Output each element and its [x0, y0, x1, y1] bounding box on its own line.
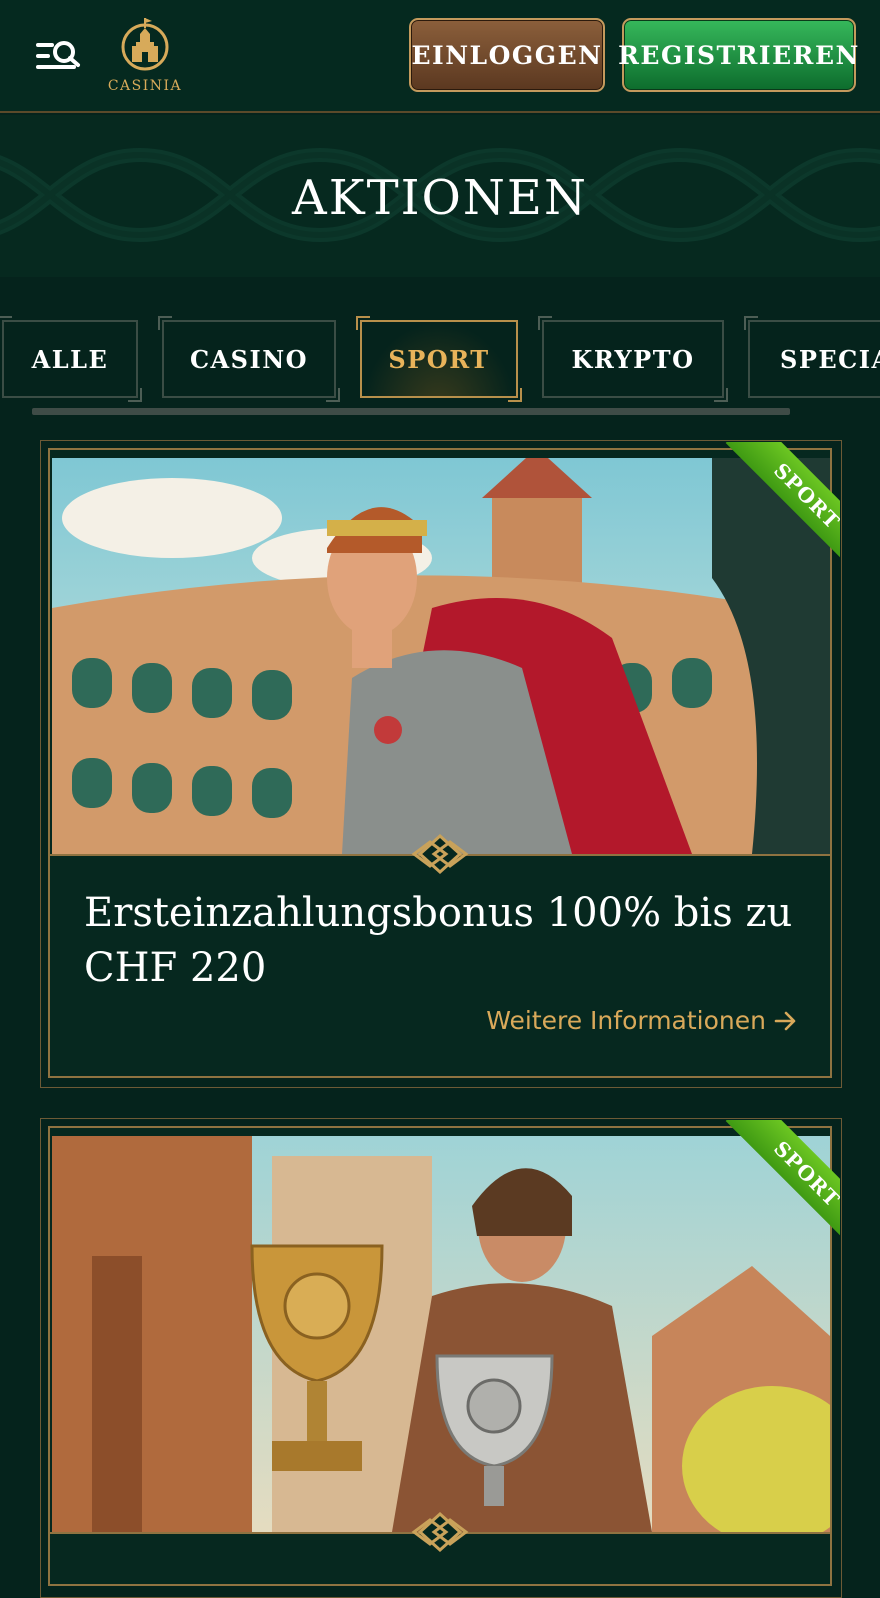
page-hero: AKTIONEN	[0, 115, 880, 277]
castle-logo-icon	[121, 18, 169, 71]
login-button[interactable]: EINLOGGEN	[409, 18, 605, 92]
category-ribbon: SPORT	[700, 442, 840, 582]
promotion-title: Ersteinzahlungsbonus 100% bis zu CHF 220	[84, 890, 793, 991]
tab-specials[interactable]: SPECIA	[744, 316, 880, 398]
promotion-card[interactable]: SPORT Ersteinzahlungsbonus 100% bis zu C…	[40, 440, 842, 1088]
page-title: AKTIONEN	[292, 170, 588, 226]
more-info-link[interactable]: Weitere Informationen	[486, 1006, 798, 1035]
tab-alle[interactable]: ALLE	[0, 316, 142, 402]
sport-badge: SPORT	[725, 442, 840, 578]
category-tabs: ALLE CASINO SPORT KRYPTO SPECIA	[0, 316, 880, 402]
site-header: CASINIA EINLOGGEN REGISTRIEREN	[0, 0, 880, 113]
logo-text: CASINIA	[107, 78, 183, 94]
casinia-logo[interactable]: CASINIA	[104, 16, 186, 98]
knot-ornament-icon	[411, 1512, 469, 1552]
tab-sport[interactable]: SPORT	[356, 316, 522, 402]
menu-search-icon[interactable]	[34, 38, 82, 74]
tab-casino[interactable]: CASINO	[158, 316, 340, 402]
sport-badge: SPORT	[725, 1120, 840, 1256]
arrow-right-icon	[774, 1011, 796, 1030]
register-button[interactable]: REGISTRIEREN	[618, 18, 858, 92]
tabs-scrollbar[interactable]	[32, 408, 790, 415]
knot-ornament-icon	[411, 834, 469, 874]
more-info-label: Weitere Informationen	[486, 1006, 766, 1035]
tab-krypto[interactable]: KRYPTO	[538, 316, 728, 402]
promotion-card[interactable]: SPORT	[40, 1118, 842, 1598]
category-ribbon: SPORT	[700, 1120, 840, 1260]
